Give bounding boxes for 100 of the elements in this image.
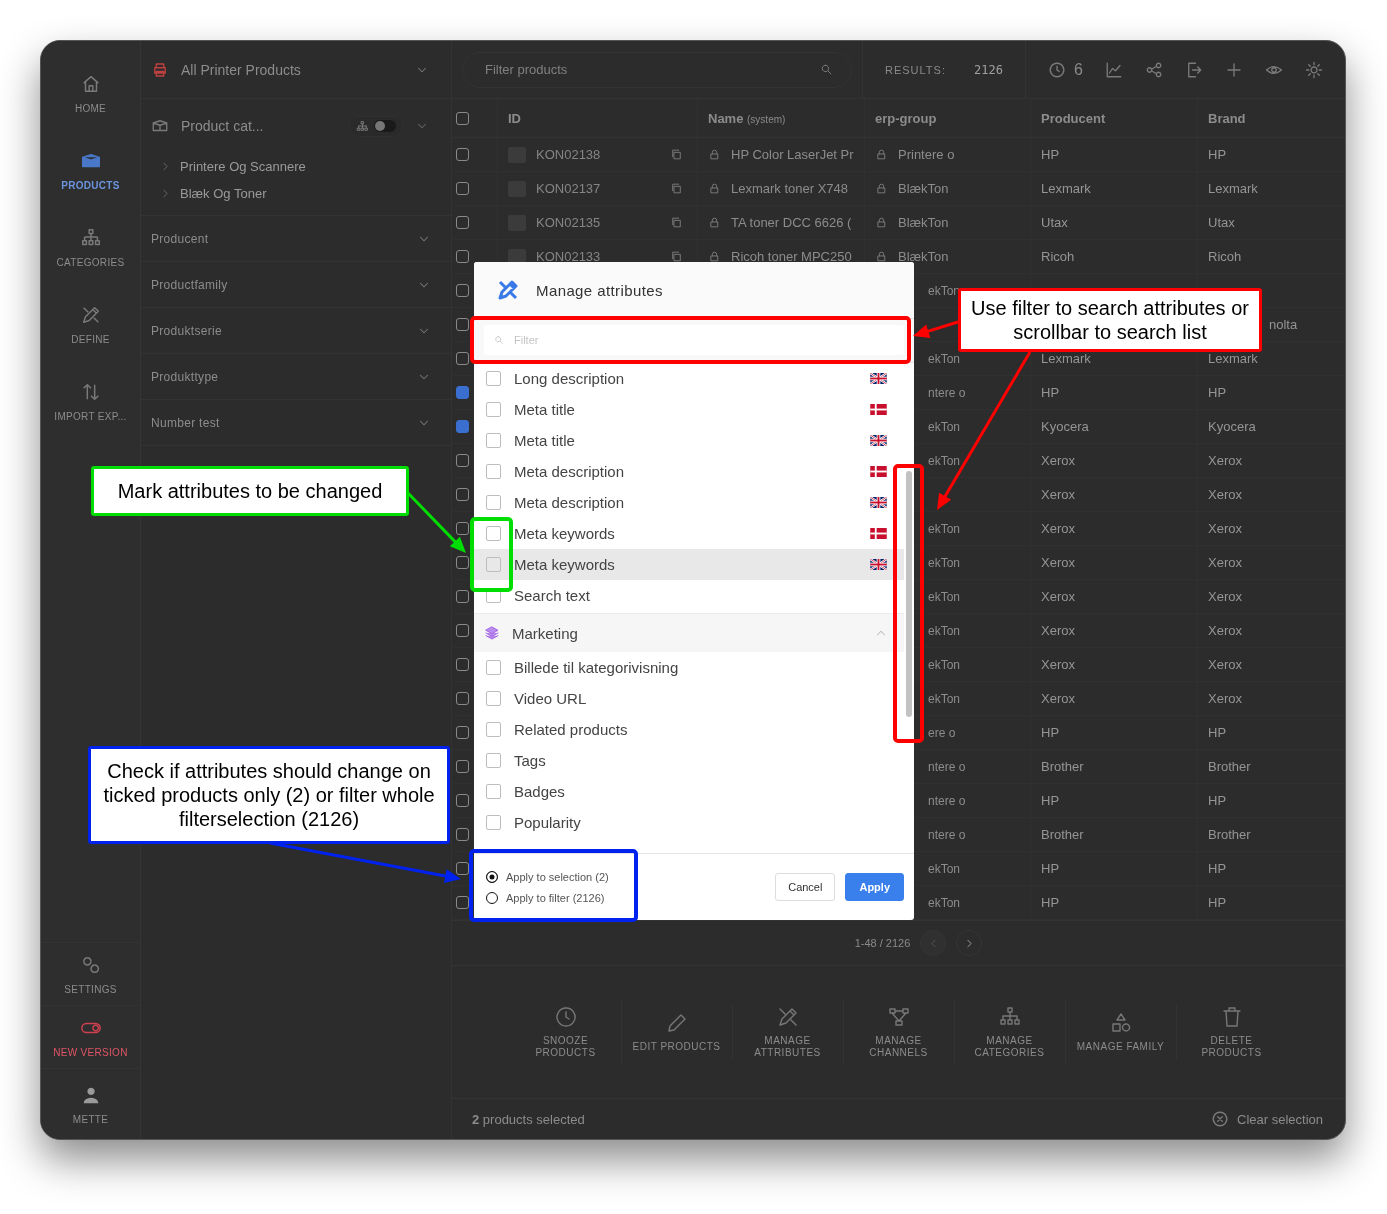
attribute-label[interactable]: Search text — [514, 587, 887, 604]
column-header[interactable]: Name (system) — [708, 110, 786, 126]
filter-section[interactable]: Produkttype — [141, 354, 451, 400]
collection-dropdown[interactable]: All Printer Products — [141, 41, 451, 99]
nav-item[interactable]: HOME — [41, 55, 140, 132]
row-checkbox[interactable] — [456, 624, 469, 637]
bulk-action-button[interactable]: EDIT PRODUCTS — [621, 1005, 733, 1059]
row-checkbox[interactable] — [456, 182, 469, 195]
line-chart-icon[interactable] — [1104, 60, 1123, 79]
bulk-action-button[interactable]: MANAGE CHANNELS — [843, 999, 955, 1065]
filter-section[interactable]: Produktserie — [141, 308, 451, 354]
clear-selection-button[interactable]: Clear selection — [1211, 1110, 1323, 1128]
attribute-label[interactable]: Billede til kategorivisning — [514, 659, 887, 676]
attribute-group-header[interactable]: Marketing — [474, 613, 904, 652]
row-checkbox[interactable] — [456, 284, 469, 297]
attribute-checkbox[interactable] — [486, 526, 501, 541]
column-header[interactable]: Producent — [1041, 110, 1106, 126]
column-header[interactable]: ID — [508, 110, 521, 126]
bulk-action-button[interactable]: SNOOZE PRODUCTS — [510, 999, 622, 1065]
row-checkbox[interactable] — [456, 896, 469, 909]
nav-item[interactable]: SETTINGS — [41, 942, 140, 1005]
nav-item[interactable]: CATEGORIES — [41, 209, 140, 286]
table-cell: Ricoh toner MPC250 — [731, 249, 852, 264]
bulk-action-button[interactable]: MANAGE CATEGORIES — [954, 999, 1066, 1065]
filter-section[interactable]: Productfamily — [141, 262, 451, 308]
table-cell: HP — [1041, 385, 1060, 400]
row-checkbox[interactable] — [456, 692, 469, 705]
select-all-checkbox[interactable] — [456, 111, 469, 125]
hierarchy-icon — [356, 119, 369, 133]
radio-label[interactable]: Apply to selection (2) — [506, 870, 609, 883]
column-header[interactable]: erp-group — [875, 110, 937, 126]
attribute-label[interactable]: Tags — [514, 752, 887, 769]
row-checkbox[interactable] — [456, 250, 469, 263]
attribute-label[interactable]: Meta description — [514, 463, 857, 480]
row-checkbox[interactable] — [456, 556, 469, 569]
row-checkbox[interactable] — [456, 522, 469, 535]
attribute-checkbox[interactable] — [486, 371, 501, 386]
attribute-checkbox[interactable] — [486, 557, 501, 572]
tree-item[interactable]: Printere Og Scannere — [141, 153, 451, 180]
row-checkbox[interactable] — [456, 760, 469, 773]
settings-icon[interactable] — [1304, 60, 1323, 79]
nav-item[interactable]: NEW VERSION — [41, 1005, 140, 1068]
row-checkbox[interactable] — [456, 318, 469, 331]
tree-item[interactable]: Blæk Og Toner — [141, 180, 451, 207]
row-checkbox[interactable] — [456, 454, 469, 467]
attribute-checkbox[interactable] — [486, 433, 501, 448]
row-checkbox[interactable] — [456, 726, 469, 739]
filter-section[interactable]: Number test — [141, 400, 451, 446]
bulk-action-button[interactable]: DELETE PRODUCTS — [1176, 999, 1287, 1065]
attribute-label[interactable]: Meta keywords — [514, 525, 857, 542]
attribute-checkbox[interactable] — [486, 660, 501, 675]
bulk-action-button[interactable]: MANAGE FAMILY — [1065, 1005, 1177, 1059]
nav-item[interactable]: IMPORT EXP... — [41, 363, 140, 440]
attribute-label[interactable]: Popularity — [514, 814, 887, 831]
row-checkbox[interactable] — [456, 828, 469, 841]
radio-label[interactable]: Apply to filter (2126) — [506, 891, 605, 904]
row-checkbox[interactable] — [456, 352, 469, 365]
row-checkbox[interactable] — [456, 658, 469, 671]
attribute-checkbox[interactable] — [486, 402, 501, 417]
nav-item[interactable]: METTE — [41, 1068, 140, 1139]
attribute-checkbox[interactable] — [486, 784, 501, 799]
bulk-action-button[interactable]: MANAGE ATTRIBUTES — [732, 999, 844, 1065]
attribute-checkbox[interactable] — [486, 722, 501, 737]
row-checkbox[interactable] — [456, 862, 469, 875]
table-cell: Utax — [1208, 215, 1235, 230]
attribute-label[interactable]: Meta title — [514, 401, 857, 418]
plus-icon[interactable] — [1224, 60, 1243, 79]
attribute-checkbox[interactable] — [486, 464, 501, 479]
filter-section[interactable]: Producent — [141, 216, 451, 262]
attribute-label[interactable]: Video URL — [514, 690, 887, 707]
british-flag-icon — [870, 559, 887, 570]
row-checkbox[interactable] — [456, 386, 469, 399]
attribute-label[interactable]: Meta title — [514, 432, 857, 449]
row-checkbox[interactable] — [456, 794, 469, 807]
attribute-checkbox[interactable] — [486, 691, 501, 706]
attribute-label[interactable]: Related products — [514, 721, 887, 738]
attribute-label[interactable]: Badges — [514, 783, 887, 800]
row-checkbox[interactable] — [456, 488, 469, 501]
search-icon — [494, 335, 504, 345]
radio-button[interactable] — [486, 870, 498, 883]
nav-item[interactable]: DEFINE — [41, 286, 140, 363]
scrollbar-thumb[interactable] — [906, 471, 912, 717]
attribute-checkbox[interactable] — [486, 495, 501, 510]
attribute-label[interactable]: Long description — [514, 370, 857, 387]
copy-icon[interactable] — [670, 250, 683, 263]
row-checkbox[interactable] — [456, 420, 469, 433]
apply-button[interactable]: Apply — [845, 873, 904, 901]
share-icon[interactable] — [1144, 60, 1163, 79]
row-checkbox[interactable] — [456, 590, 469, 603]
column-header[interactable]: Brand — [1208, 110, 1246, 126]
attribute-label[interactable]: Meta description — [514, 494, 857, 511]
row-checkbox[interactable] — [456, 148, 469, 161]
table-cell: ekTon — [928, 691, 961, 706]
attribute-checkbox[interactable] — [486, 753, 501, 768]
attribute-checkbox[interactable] — [486, 815, 501, 830]
section-title: Product cat... — [181, 118, 265, 134]
row-checkbox[interactable] — [456, 216, 469, 229]
cancel-button[interactable]: Cancel — [775, 873, 836, 901]
snoozed-button[interactable]: 6 — [1047, 60, 1083, 79]
nav-item[interactable]: PRODUCTS — [41, 132, 140, 209]
